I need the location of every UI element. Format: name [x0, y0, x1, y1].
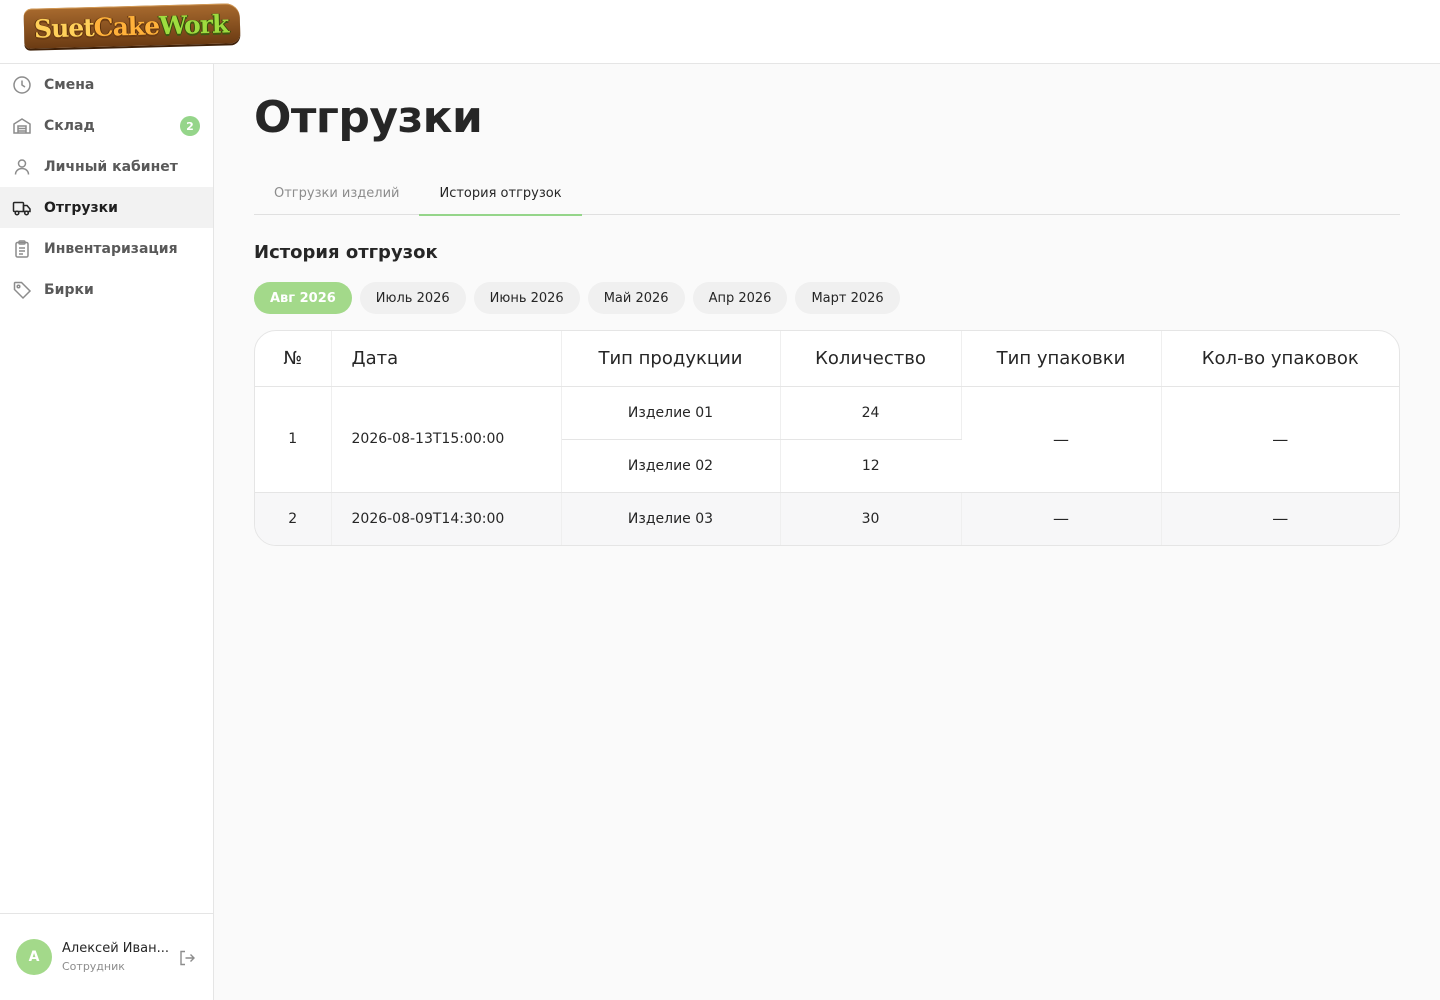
product-type: Изделие 02 — [561, 439, 781, 493]
sidebar-item-inventory[interactable]: Инвентаризация — [0, 228, 213, 269]
warehouse-badge: 2 — [180, 116, 200, 136]
month-pill[interactable]: Июнь 2026 — [473, 282, 580, 314]
logo-plate: SuetCakeWork — [23, 3, 241, 49]
column-header: Тип упаковки — [961, 331, 1162, 387]
column-header: № — [255, 331, 332, 387]
quantity: 12 — [780, 439, 961, 493]
sidebar-item-shipments[interactable]: Отгрузки — [0, 187, 213, 228]
row-date: 2026-08-09T14:30:00 — [331, 492, 562, 545]
tabs: Отгрузки изделий История отгрузок — [254, 172, 1400, 216]
sidebar-item-label: Склад — [44, 117, 95, 134]
month-pill[interactable]: Авг 2026 — [254, 282, 352, 314]
logo-word-work: Work — [158, 8, 229, 40]
page-title: Отгрузки — [254, 92, 483, 143]
tag-icon — [12, 280, 32, 300]
product-type: Изделие 03 — [561, 492, 781, 545]
product-type: Изделие 01 — [561, 386, 781, 440]
sidebar-item-tags[interactable]: Бирки — [0, 269, 213, 310]
logo-word-suet: Suet — [33, 12, 95, 44]
column-header: Тип продукции — [561, 331, 781, 387]
tab-product-shipments[interactable]: Отгрузки изделий — [254, 172, 419, 215]
sidebar-item-warehouse[interactable]: Склад 2 — [0, 105, 213, 146]
logo[interactable]: SuetCakeWork — [23, 3, 241, 49]
column-header: Количество — [780, 331, 962, 387]
truck-icon — [12, 198, 32, 218]
row-number: 1 — [255, 386, 332, 493]
warehouse-icon — [12, 116, 32, 136]
month-pill[interactable]: Май 2026 — [587, 282, 685, 314]
user-name: Алексей Иван... — [62, 941, 170, 956]
sidebar-item-label: Бирки — [44, 281, 94, 298]
sidebar-item-shift[interactable]: Смена — [0, 64, 213, 105]
sidebar-item-profile[interactable]: Личный кабинет — [0, 146, 213, 187]
month-pill[interactable]: Июль 2026 — [359, 282, 466, 314]
user-icon — [12, 157, 32, 177]
column-header: Кол-во упаковок — [1161, 331, 1399, 387]
month-filter: Авг 2026 Июль 2026 Июнь 2026 Май 2026 Ап… — [254, 282, 900, 314]
tab-shipment-history[interactable]: История отгрузок — [419, 172, 582, 216]
top-bar: SuetCakeWork — [0, 0, 1440, 64]
quantity: 30 — [780, 492, 962, 545]
sidebar-item-label: Личный кабинет — [44, 158, 178, 175]
logo-word-cake: Cake — [93, 10, 160, 42]
pack-type: — — [961, 386, 1162, 493]
avatar[interactable]: А — [16, 939, 52, 975]
table-row[interactable]: 2 2026-08-09T14:30:00 Изделие 03 30 — — — [255, 492, 1399, 545]
sidebar-item-label: Инвентаризация — [44, 240, 178, 257]
user-role: Сотрудник — [62, 960, 125, 973]
table-header-row: № Дата Тип продукции Количество Тип упак… — [255, 331, 1399, 387]
logo-text: SuetCakeWork — [33, 8, 229, 44]
shipments-table: № Дата Тип продукции Количество Тип упак… — [254, 330, 1400, 546]
logout-icon[interactable] — [177, 948, 197, 968]
pack-count: — — [1161, 386, 1399, 493]
row-number: 2 — [255, 492, 332, 545]
quantity: 24 — [780, 386, 962, 440]
month-pill[interactable]: Март 2026 — [795, 282, 900, 314]
user-profile: А Алексей Иван... Сотрудник — [0, 913, 213, 1000]
row-date: 2026-08-13T15:00:00 — [331, 386, 562, 493]
pack-count: — — [1161, 492, 1399, 545]
sidebar-item-label: Отгрузки — [44, 199, 118, 216]
sidebar-item-label: Смена — [44, 76, 95, 93]
user-info: Алексей Иван... Сотрудник — [62, 941, 172, 973]
pack-type: — — [961, 492, 1162, 545]
section-title: История отгрузок — [254, 242, 438, 263]
column-header: Дата — [331, 331, 562, 387]
clipboard-icon — [12, 239, 32, 259]
sidebar: Смена Склад 2 Личный кабинет Отгрузки Ин… — [0, 64, 214, 1000]
month-pill[interactable]: Апр 2026 — [692, 282, 788, 314]
clock-icon — [12, 75, 32, 95]
table-row[interactable]: 1 2026-08-13T15:00:00 Изделие 01 24 — — — [255, 386, 1399, 493]
